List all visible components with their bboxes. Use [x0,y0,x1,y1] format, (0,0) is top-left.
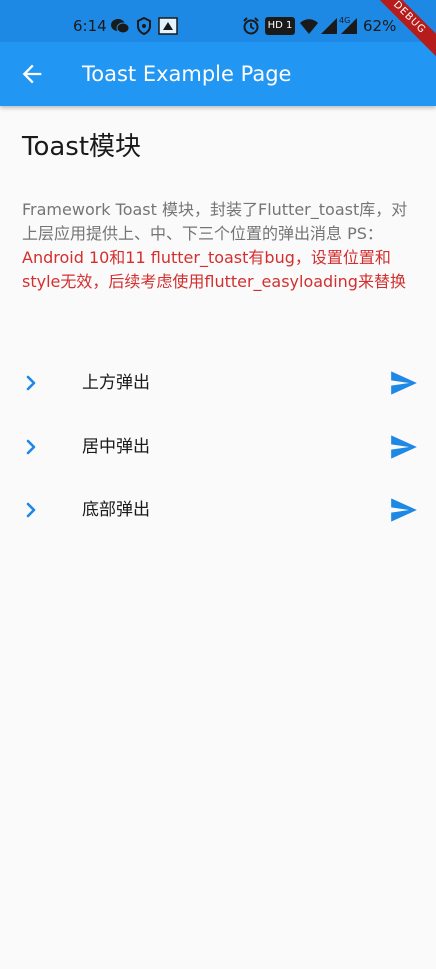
alarm-icon [243,17,259,35]
list-item-label: 底部弹出 [82,500,150,520]
list-item-center-toast[interactable]: 居中弹出 [0,416,436,478]
description-note: Android 10和11 flutter_toast有bug，设置位置和sty… [22,248,406,291]
list-item-top-toast[interactable]: 上方弹出 [0,352,436,414]
hd-badge: HD 1 [265,17,295,35]
list-item-label: 上方弹出 [82,373,150,393]
list-item-label: 居中弹出 [82,437,150,457]
chevron-right-icon [26,502,36,518]
arrow-back-icon[interactable] [18,60,46,88]
chevron-right-icon [26,375,36,391]
status-time: 6:14 [73,17,107,35]
send-icon[interactable] [390,370,418,396]
signal-2-icon [341,18,357,34]
module-description: Framework Toast 模块，封装了Flutter_toast库，对上层… [22,198,414,294]
send-icon[interactable] [390,497,418,523]
page-heading: Toast模块 [22,132,142,162]
status-bar: 6:14 HD 1 4G 62% DEBUG [0,0,436,63]
wifi-icon [300,19,318,34]
shield-icon [137,17,151,35]
wechat-icon [111,19,130,34]
signal-icon [321,18,337,34]
list-item-bottom-toast[interactable]: 底部弹出 [0,479,436,541]
battery-percent: 62% [363,17,397,35]
send-icon[interactable] [390,434,418,460]
app-bar-title: Toast Example Page [82,62,292,86]
page-content: Toast模块 Framework Toast 模块，封装了Flutter_to… [0,106,436,969]
app-notification-icon [158,17,178,35]
chevron-right-icon [26,439,36,455]
app-bar: 6:14 HD 1 4G 62% DEBUG Toast Example Pag… [0,0,436,106]
description-text: Framework Toast 模块，封装了Flutter_toast库，对上层… [22,200,408,243]
